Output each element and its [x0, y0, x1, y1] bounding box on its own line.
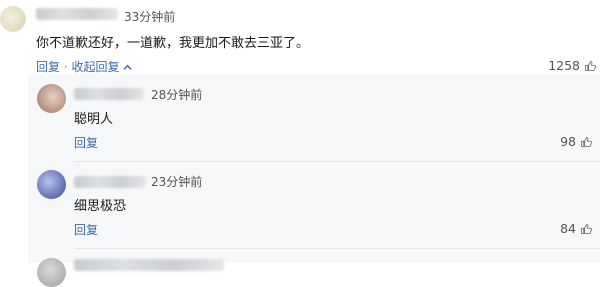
- thumbs-up-icon: [581, 223, 592, 234]
- avatar[interactable]: [0, 6, 26, 32]
- comment-time: 33分钟前: [124, 10, 176, 24]
- reply-avatar[interactable]: [37, 170, 66, 199]
- reply-divider: [74, 248, 600, 249]
- like-count: 84: [560, 221, 576, 236]
- replies-panel: [28, 74, 600, 263]
- reply-username-blurred[interactable]: [74, 88, 144, 100]
- thumbs-up-icon: [581, 136, 592, 147]
- collapse-replies-label: 收起回复: [71, 60, 120, 74]
- like-button[interactable]: 1258: [548, 58, 596, 73]
- reply-avatar[interactable]: [37, 258, 66, 287]
- separator: ·: [63, 60, 68, 74]
- like-count: 1258: [548, 58, 580, 73]
- like-count: 98: [560, 134, 576, 149]
- reply-text: 细思极恐: [74, 199, 127, 214]
- reply-username-blurred[interactable]: [74, 259, 224, 271]
- reply-username-blurred[interactable]: [74, 176, 146, 188]
- reply-like-button[interactable]: 84: [560, 221, 592, 236]
- reply-avatar[interactable]: [37, 84, 66, 113]
- reply-time: 28分钟前: [151, 88, 203, 102]
- reply-time: 23分钟前: [151, 175, 203, 189]
- reply-text: 聪明人: [74, 112, 114, 127]
- chevron-up-icon: [123, 64, 132, 70]
- reply-label: 回复: [36, 60, 61, 74]
- username-blurred[interactable]: [36, 8, 118, 20]
- thumbs-up-icon: [585, 60, 596, 71]
- reply-button[interactable]: 回复 · 收起回复: [36, 58, 132, 75]
- reply-button[interactable]: 回复: [74, 221, 98, 238]
- reply-button[interactable]: 回复: [74, 134, 98, 151]
- reply-divider: [74, 161, 600, 162]
- comment-text: 你不道歉还好，一道歉，我更加不敢去三亚了。: [36, 36, 310, 51]
- reply-like-button[interactable]: 98: [560, 134, 592, 149]
